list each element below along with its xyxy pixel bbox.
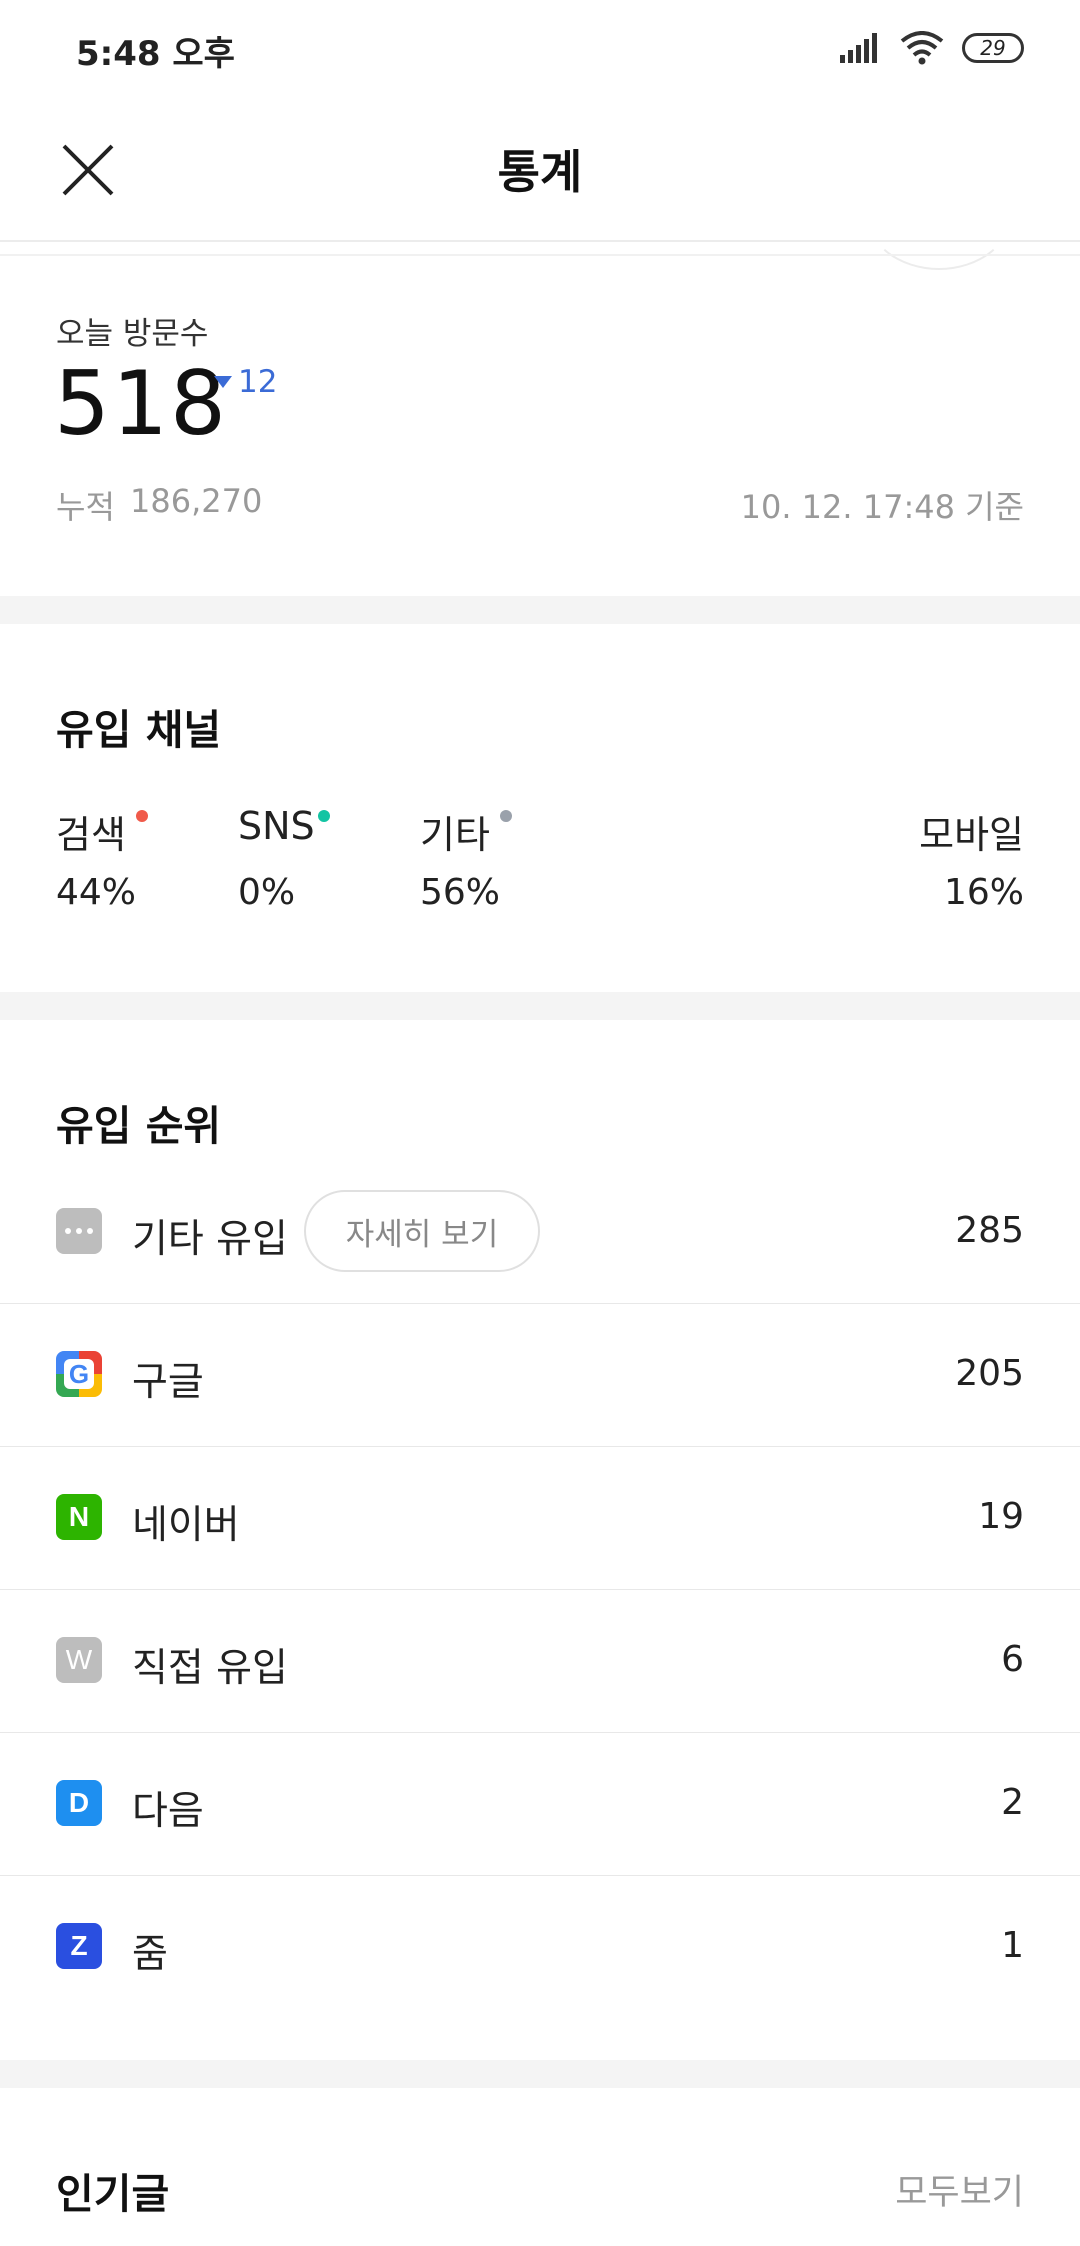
channel-other: 기타 bbox=[420, 804, 512, 859]
channel-other-value: 56% bbox=[420, 872, 501, 913]
popular-posts-title: 인기글 bbox=[56, 2170, 170, 2218]
rank-divider bbox=[0, 1732, 1080, 1733]
today-visits-value: 518 bbox=[54, 352, 228, 455]
channel-sns: SNS bbox=[238, 804, 330, 848]
visits-as-of: 10. 12. 17:48 기준 bbox=[740, 488, 1024, 526]
section-separator bbox=[0, 2060, 1080, 2088]
section-separator bbox=[0, 992, 1080, 1020]
daum-icon: D bbox=[56, 1780, 102, 1826]
google-icon: G bbox=[56, 1351, 102, 1397]
naver-icon: N bbox=[56, 1494, 102, 1540]
status-time: 5:48 오후 bbox=[76, 34, 235, 74]
rank-item-label: 기타 유입 bbox=[132, 1217, 288, 1262]
battery-icon: 29 bbox=[962, 33, 1024, 63]
visits-delta: 12 bbox=[214, 364, 277, 400]
visits-delta-value: 12 bbox=[238, 364, 278, 400]
rank-item-label: 줌 bbox=[132, 1932, 168, 1977]
rank-item-value: 285 bbox=[955, 1210, 1024, 1251]
channel-mobile-value: 16% bbox=[943, 872, 1024, 913]
view-all-link[interactable]: 모두보기 bbox=[895, 2164, 1024, 2215]
rank-item-label: 직접 유입 bbox=[132, 1646, 288, 1691]
channel-sns-label: SNS bbox=[238, 804, 315, 848]
header-divider-secondary bbox=[0, 254, 1080, 256]
more-dots-icon bbox=[56, 1208, 102, 1254]
status-icons: 29 bbox=[840, 28, 1024, 68]
rank-item-value: 2 bbox=[1001, 1782, 1024, 1823]
other-dot-icon bbox=[500, 810, 512, 822]
channel-search: 검색 bbox=[56, 804, 148, 859]
view-details-button[interactable]: 자세히 보기 bbox=[304, 1190, 540, 1272]
channel-other-label: 기타 bbox=[420, 813, 490, 857]
rank-divider bbox=[0, 1303, 1080, 1304]
cumulative-label: 누적 bbox=[56, 488, 115, 526]
direct-w-icon: W bbox=[56, 1637, 102, 1683]
rank-divider bbox=[0, 1446, 1080, 1447]
today-visits-label: 오늘 방문수 bbox=[56, 316, 209, 352]
ranking-title: 유입 순위 bbox=[56, 1102, 222, 1150]
rank-item-value: 19 bbox=[978, 1496, 1024, 1537]
channel-sns-value: 0% bbox=[238, 872, 296, 913]
triangle-down-icon bbox=[214, 376, 232, 388]
rank-item-label: 다음 bbox=[132, 1789, 204, 1834]
rank-divider bbox=[0, 1589, 1080, 1590]
rank-item-value: 1 bbox=[1001, 1925, 1024, 1966]
channel-search-label: 검색 bbox=[56, 813, 126, 857]
cumulative-value: 186,270 bbox=[130, 482, 263, 520]
sns-dot-icon bbox=[318, 810, 330, 822]
rank-item-value: 6 bbox=[1001, 1639, 1024, 1680]
battery-level: 29 bbox=[980, 36, 1006, 60]
channel-mobile-label: 모바일 bbox=[919, 813, 1024, 857]
rank-item-label: 네이버 bbox=[132, 1503, 240, 1548]
signal-icon bbox=[840, 33, 877, 63]
partial-circle-decoration bbox=[864, 150, 1014, 270]
header-divider bbox=[0, 240, 1080, 242]
wifi-icon bbox=[900, 31, 944, 65]
channel-search-value: 44% bbox=[56, 872, 137, 913]
section-separator bbox=[0, 596, 1080, 624]
search-dot-icon bbox=[136, 810, 148, 822]
zum-icon: Z bbox=[56, 1923, 102, 1969]
channels-title: 유입 채널 bbox=[56, 706, 222, 754]
rank-item-label: 구글 bbox=[132, 1360, 204, 1405]
rank-divider bbox=[0, 1875, 1080, 1876]
rank-item-value: 205 bbox=[955, 1353, 1024, 1394]
